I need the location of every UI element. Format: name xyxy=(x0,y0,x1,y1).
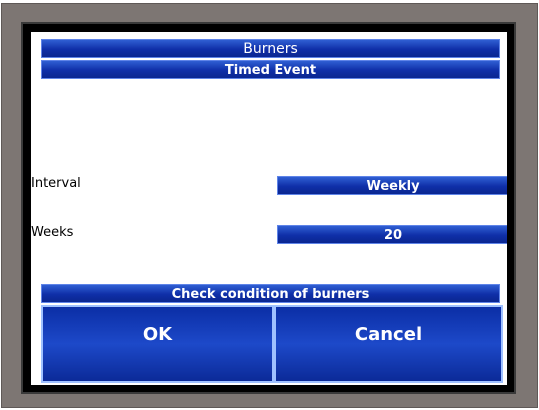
screen-subtitle: Timed Event xyxy=(41,60,500,79)
interval-field[interactable]: Weekly xyxy=(277,176,507,195)
screen-frame: Burners Timed Event Interval Weekly Week… xyxy=(21,22,516,394)
touch-screen: Burners Timed Event Interval Weekly Week… xyxy=(31,32,507,385)
ok-button[interactable]: OK xyxy=(41,305,274,383)
weeks-field[interactable]: 20 xyxy=(277,225,507,244)
event-message: Check condition of burners xyxy=(41,284,500,303)
interval-label: Interval xyxy=(31,176,81,191)
weeks-label: Weeks xyxy=(31,225,74,240)
screen-title: Burners xyxy=(41,39,500,58)
device-bezel: Burners Timed Event Interval Weekly Week… xyxy=(1,3,538,408)
cancel-button[interactable]: Cancel xyxy=(274,305,503,383)
